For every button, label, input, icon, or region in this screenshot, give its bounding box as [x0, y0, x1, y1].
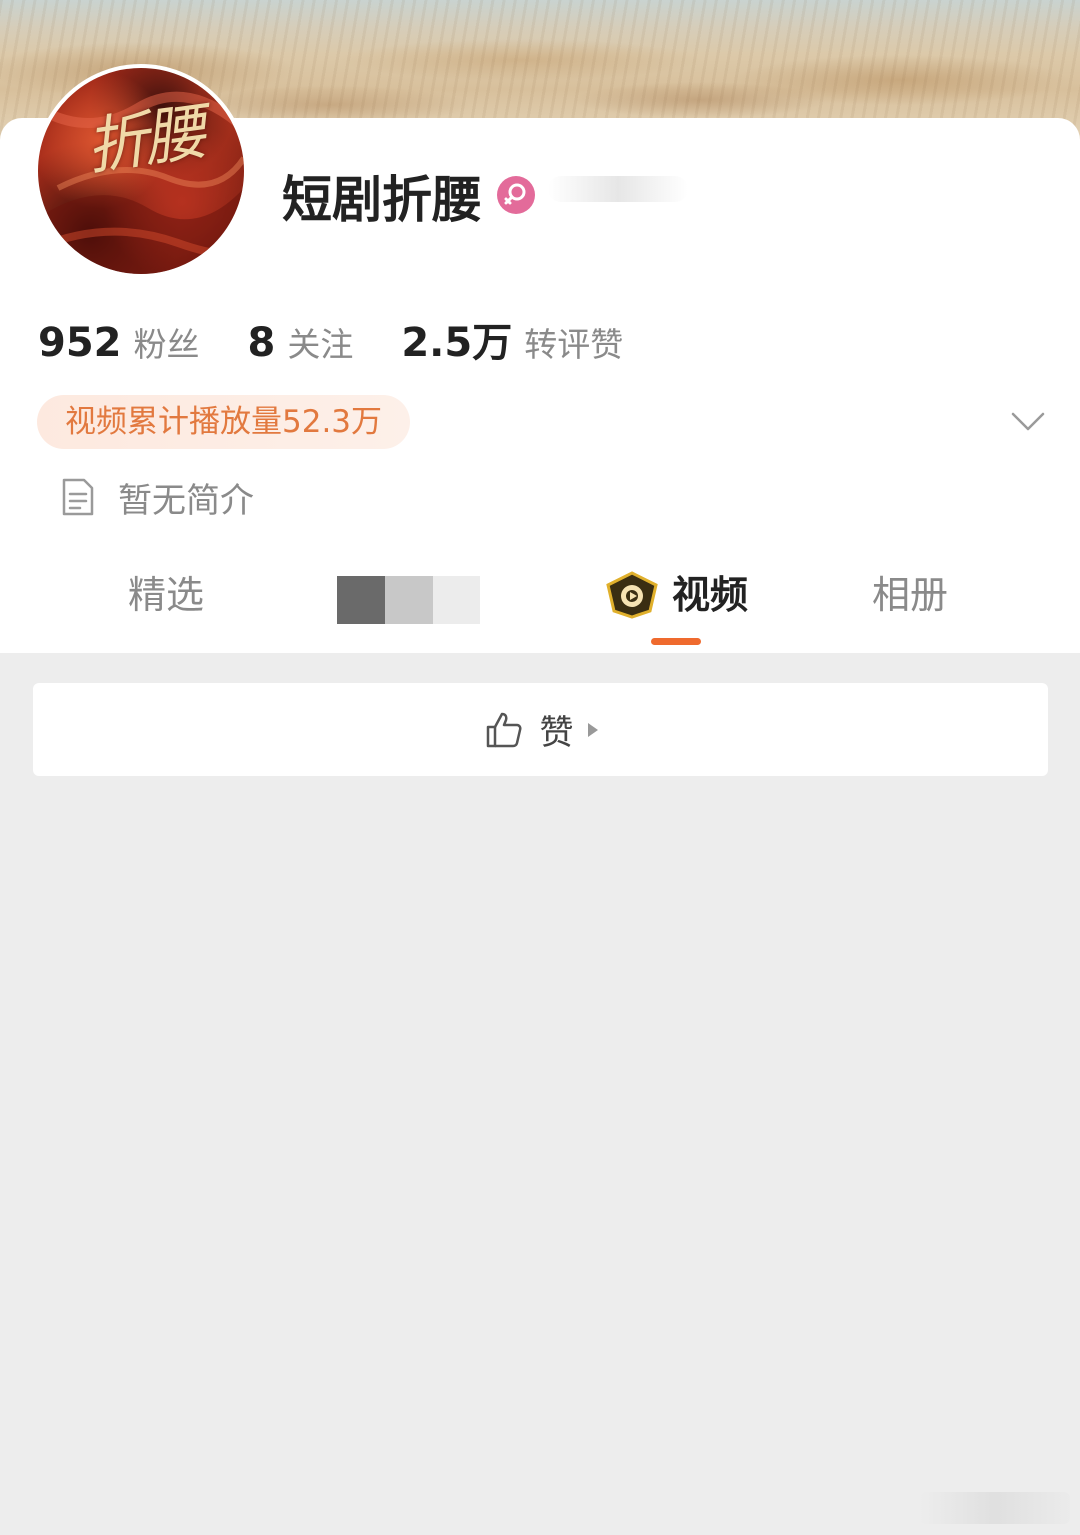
female-icon	[497, 176, 535, 214]
chevron-down-icon[interactable]	[1008, 402, 1048, 442]
profile-name[interactable]: 短剧折腰	[282, 170, 482, 230]
stat-label: 关注	[287, 325, 354, 364]
tab-featured[interactable]: 精选	[128, 570, 204, 620]
play-count-badge[interactable]: 视频累计播放量52.3万	[37, 395, 411, 449]
blurred-region	[548, 176, 688, 202]
video-badge-icon	[606, 571, 658, 619]
document-icon	[62, 478, 94, 516]
watermark	[920, 1492, 1070, 1524]
tab-video-label: 视频	[672, 573, 749, 617]
stat-number: 8	[247, 320, 276, 366]
avatar-title: 折腰	[81, 95, 207, 184]
stat-followers[interactable]: 952 粉丝	[38, 318, 200, 366]
stat-interactions[interactable]: 2.5万 转评赞	[401, 310, 623, 368]
stat-label: 粉丝	[133, 325, 200, 364]
stat-number: 2.5万	[401, 320, 513, 366]
profile-tabs: 精选 视频 相册	[0, 560, 1080, 653]
active-tab-indicator	[651, 638, 701, 645]
intro-row[interactable]: 暂无简介	[60, 474, 254, 521]
stat-following[interactable]: 8 关注	[248, 318, 354, 366]
tab-album[interactable]: 相册	[872, 570, 948, 620]
thumbs-up-icon	[486, 712, 521, 747]
profile-page: 折腰 短剧折腰 952 粉丝 8 关注 2.5万 转评赞 视频累计播放量52.3…	[0, 0, 1080, 1535]
play-arrow-icon	[587, 722, 598, 737]
tab-video[interactable]: 视频	[604, 570, 748, 620]
stats-row: 952 粉丝 8 关注 2.5万 转评赞	[38, 310, 671, 366]
stat-label: 转评赞	[524, 325, 624, 364]
tab-censored[interactable]	[337, 576, 480, 624]
like-bar[interactable]: 赞	[33, 683, 1048, 776]
avatar[interactable]: 折腰	[34, 64, 248, 278]
stat-number: 952	[38, 320, 122, 366]
like-label: 赞	[539, 713, 574, 753]
intro-text: 暂无简介	[118, 480, 254, 521]
